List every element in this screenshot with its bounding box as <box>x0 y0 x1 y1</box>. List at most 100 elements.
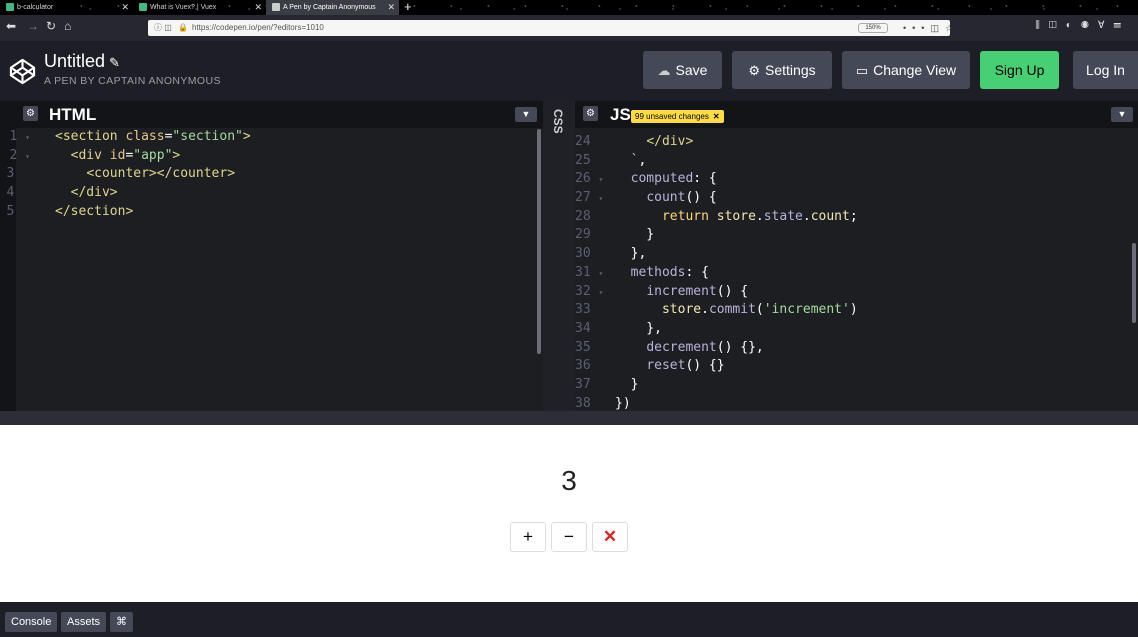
gear-icon: ⚙ <box>748 63 761 78</box>
result-preview: 3 + − ✕ <box>0 425 1138 602</box>
codepen-header: Untitled ✎ A PEN BY CAPTAIN ANONYMOUS ☁ Sa… <box>0 41 1138 101</box>
back-icon[interactable]: ⬅ <box>6 19 16 33</box>
close-tab-icon[interactable]: ✕ <box>254 0 262 15</box>
browser-tab[interactable]: What is Vuex? | Vuex ✕ <box>133 0 266 15</box>
html-editor-scrollbar[interactable] <box>537 129 541 354</box>
line-number: 31 <box>575 264 591 280</box>
line-number: 2 <box>9 147 18 163</box>
line-number: 37 <box>575 376 591 392</box>
tab-title: A Pen by Captain Anonymous <box>283 4 376 11</box>
save-label: Save <box>675 62 708 78</box>
line-number: 3 <box>6 166 15 182</box>
line-number: 25 <box>575 152 591 168</box>
page-actions-icon[interactable]: •••◫☆ <box>903 20 959 36</box>
pen-author: A PEN BY CAPTAIN ANONYMOUS <box>44 75 221 87</box>
change-view-label: Change View <box>873 62 957 78</box>
keyboard-shortcuts-button[interactable]: ⌘ <box>110 612 133 632</box>
edit-pencil-icon[interactable]: ✎ <box>109 55 120 70</box>
chevron-down-icon[interactable]: ▼ <box>1111 107 1133 122</box>
reset-button[interactable]: ✕ <box>592 522 628 552</box>
decrement-button[interactable]: − <box>551 522 587 552</box>
line-number: 30 <box>575 246 591 262</box>
home-icon[interactable]: ⌂ <box>64 19 71 33</box>
fold-arrow-icon[interactable]: ▾ <box>598 269 603 278</box>
html-code-editor[interactable]: 1 ▾ <section class="section"> 2 ▾ <div id… <box>0 128 535 221</box>
line-number: 26 <box>575 171 591 187</box>
css-editor-collapsed[interactable]: CSS <box>543 101 575 411</box>
line-number: 28 <box>575 208 591 224</box>
line-number: 32 <box>575 283 591 299</box>
zoom-level[interactable]: 150% <box>858 23 888 33</box>
counter-value: 3 <box>561 465 577 496</box>
css-editor-title: CSS <box>551 109 565 134</box>
close-tab-icon[interactable]: ✕ <box>387 0 395 15</box>
js-settings-gear-icon[interactable]: ⚙ <box>583 106 598 121</box>
sign-up-button[interactable]: Sign Up <box>980 51 1059 89</box>
codepen-logo-icon[interactable] <box>9 58 36 85</box>
code-line: 1 ▾ <section class="section"> <box>9 129 251 144</box>
js-editor-pane: ⚙ JS 99 unsaved changes ✕ ▼ 24 </div> 25 … <box>575 101 1138 411</box>
js-code-editor[interactable]: 24 </div> 25 `, 26 ▾ computed: { 27 ▾ co… <box>575 133 1130 413</box>
code-line: 2 ▾ <div id="app"> <box>9 147 181 163</box>
forward-icon[interactable]: → <box>27 19 39 33</box>
code-line: 4 </div> <box>6 185 118 201</box>
close-tab-icon[interactable]: ✕ <box>121 0 129 15</box>
fold-arrow-icon[interactable]: ▾ <box>25 133 30 142</box>
chevron-down-icon[interactable]: ▼ <box>515 107 537 122</box>
reload-icon[interactable]: ↻ <box>46 19 56 33</box>
line-number: 36 <box>575 358 591 374</box>
line-number: 29 <box>575 227 591 243</box>
increment-button[interactable]: + <box>510 522 546 552</box>
vue-favicon-icon <box>6 3 14 12</box>
lock-icon: 🔒 <box>178 23 188 32</box>
settings-button[interactable]: ⚙ Settings <box>732 51 832 89</box>
browser-tab-active[interactable]: A Pen by Captain Anonymous ✕ <box>266 0 399 15</box>
html-settings-gear-icon[interactable]: ⚙ <box>23 106 38 121</box>
line-number: 24 <box>575 134 591 149</box>
line-number: 34 <box>575 320 591 336</box>
pen-title[interactable]: Untitled ✎ <box>44 51 120 72</box>
line-number: 27 <box>575 190 591 206</box>
fold-arrow-icon[interactable]: ▾ <box>598 194 603 203</box>
codepen-favicon-icon <box>272 3 280 12</box>
js-editor-title: JS <box>610 105 631 124</box>
browser-tab[interactable]: b-calculator ✕ <box>0 0 133 15</box>
unsaved-changes-text: 99 unsaved changes <box>635 112 709 121</box>
close-icon[interactable]: ✕ <box>713 112 720 121</box>
fold-arrow-icon[interactable]: ▾ <box>25 152 30 161</box>
settings-label: Settings <box>765 62 816 78</box>
url-text: https://codepen.io/pen/?editors=1010 <box>192 23 324 32</box>
tab-title: b-calculator <box>17 4 54 11</box>
change-view-button[interactable]: ▭ Change View <box>842 51 970 89</box>
fold-arrow-icon[interactable]: ▾ <box>598 288 603 297</box>
html-editor-header: ⚙ HTML ▼ <box>0 101 543 128</box>
line-number: 5 <box>6 203 15 219</box>
js-editor-header: ⚙ JS 99 unsaved changes ✕ ▼ <box>575 101 1138 128</box>
log-in-button[interactable]: Log In <box>1073 51 1138 89</box>
html-editor-pane: ⚙ HTML ▼ 1 ▾ <section class="section"> 2 … <box>0 101 543 411</box>
pen-title-text: Untitled <box>44 51 106 71</box>
html-editor-title: HTML <box>49 105 97 124</box>
assets-button[interactable]: Assets <box>61 612 107 632</box>
save-button[interactable]: ☁ Save <box>643 51 722 89</box>
editor-resize-handle[interactable] <box>0 411 1138 425</box>
browser-extension-icons[interactable]: ⫼◫◐◉∀☰ <box>1035 20 1130 31</box>
vue-favicon-icon <box>139 3 147 12</box>
code-line: 3 <counter></counter> <box>6 166 236 182</box>
address-bar[interactable]: ⓘ ◫ 🔒 https://codepen.io/pen/?editors=10… <box>148 20 953 36</box>
js-editor-scrollbar[interactable] <box>1132 243 1136 323</box>
fold-arrow-icon[interactable]: ▾ <box>598 175 603 184</box>
line-number: 33 <box>575 302 591 318</box>
line-number: 35 <box>575 339 591 355</box>
editors-area: ⚙ HTML ▼ 1 ▾ <section class="section"> 2 … <box>0 101 1138 411</box>
new-tab-button[interactable]: + <box>404 0 412 14</box>
layout-icon: ▭ <box>855 63 869 78</box>
code-line: 5 </section> <box>6 203 134 219</box>
console-button[interactable]: Console <box>5 612 58 632</box>
line-number: 1 <box>9 129 18 144</box>
info-icon[interactable]: ⓘ ◫ <box>154 20 172 36</box>
tab-title: What is Vuex? | Vuex <box>150 4 217 11</box>
unsaved-changes-badge[interactable]: 99 unsaved changes ✕ <box>631 110 724 123</box>
line-number: 4 <box>6 185 15 201</box>
browser-toolbar: ⬅ → ↻ ⌂ ⓘ ◫ 🔒 https://codepen.io/pen/?ed… <box>0 15 1138 41</box>
